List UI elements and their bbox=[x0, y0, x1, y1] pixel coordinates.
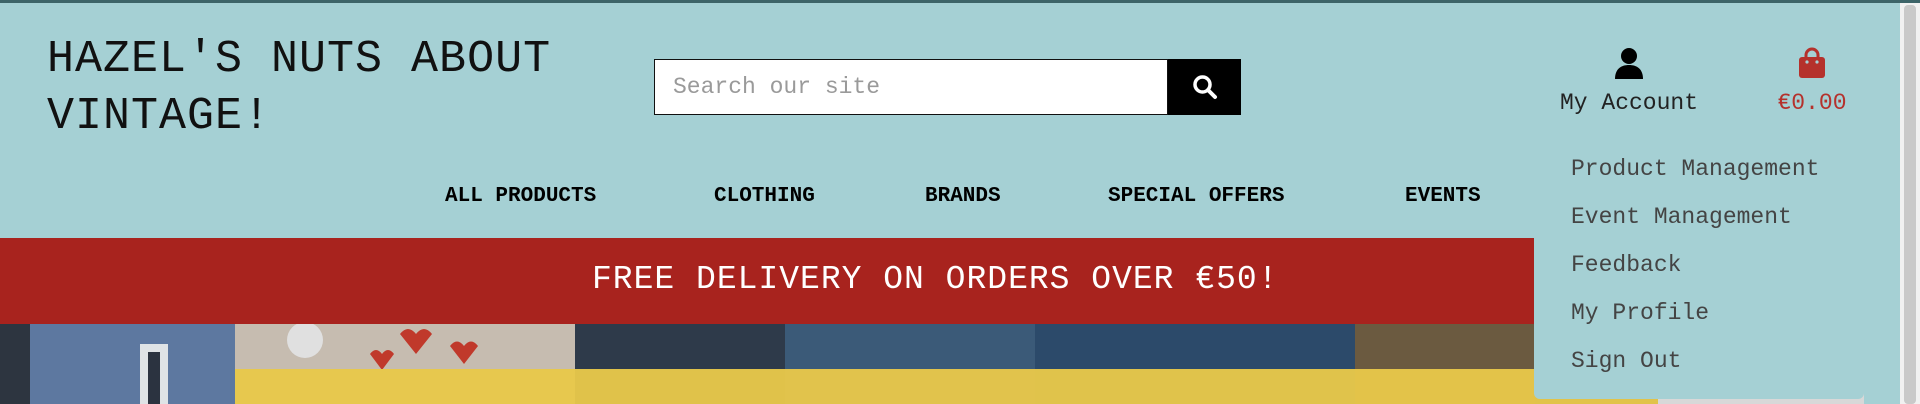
nav-all-products[interactable]: ALL PRODUCTS bbox=[445, 185, 596, 208]
my-account-label: My Account bbox=[1559, 90, 1699, 116]
search-icon bbox=[1192, 75, 1217, 99]
account-dropdown-menu: Product Management Event Management Feed… bbox=[1534, 143, 1864, 399]
logo-line-2: VINTAGE! bbox=[47, 91, 272, 142]
search-form bbox=[654, 59, 1241, 115]
delivery-banner-text: FREE DELIVERY ON ORDERS OVER €50! bbox=[592, 261, 1279, 298]
menu-item-event-management[interactable]: Event Management bbox=[1571, 204, 1792, 230]
menu-item-product-management[interactable]: Product Management bbox=[1571, 156, 1819, 182]
cart-link[interactable]: €0.00 bbox=[1770, 47, 1854, 116]
nav-special-offers[interactable]: SPECIAL OFFERS bbox=[1108, 185, 1284, 208]
site-logo[interactable]: HAZEL'S NUTS ABOUT VINTAGE! bbox=[47, 31, 551, 145]
menu-item-sign-out[interactable]: Sign Out bbox=[1571, 348, 1681, 374]
page-scrollbar[interactable] bbox=[1900, 3, 1920, 404]
search-input[interactable] bbox=[654, 59, 1168, 115]
cart-total: €0.00 bbox=[1777, 90, 1847, 116]
nav-events[interactable]: EVENTS bbox=[1405, 185, 1481, 208]
logo-line-1: HAZEL'S NUTS ABOUT bbox=[47, 34, 552, 85]
search-button[interactable] bbox=[1168, 59, 1241, 115]
user-icon bbox=[1615, 48, 1643, 79]
nav-brands[interactable]: BRANDS bbox=[925, 185, 1001, 208]
shopping-bag-icon bbox=[1799, 47, 1825, 78]
menu-item-feedback[interactable]: Feedback bbox=[1571, 252, 1681, 278]
scrollbar-thumb[interactable] bbox=[1904, 5, 1916, 404]
my-account-link[interactable]: My Account bbox=[1556, 47, 1702, 116]
nav-clothing[interactable]: CLOTHING bbox=[714, 185, 815, 208]
menu-item-my-profile[interactable]: My Profile bbox=[1571, 300, 1709, 326]
